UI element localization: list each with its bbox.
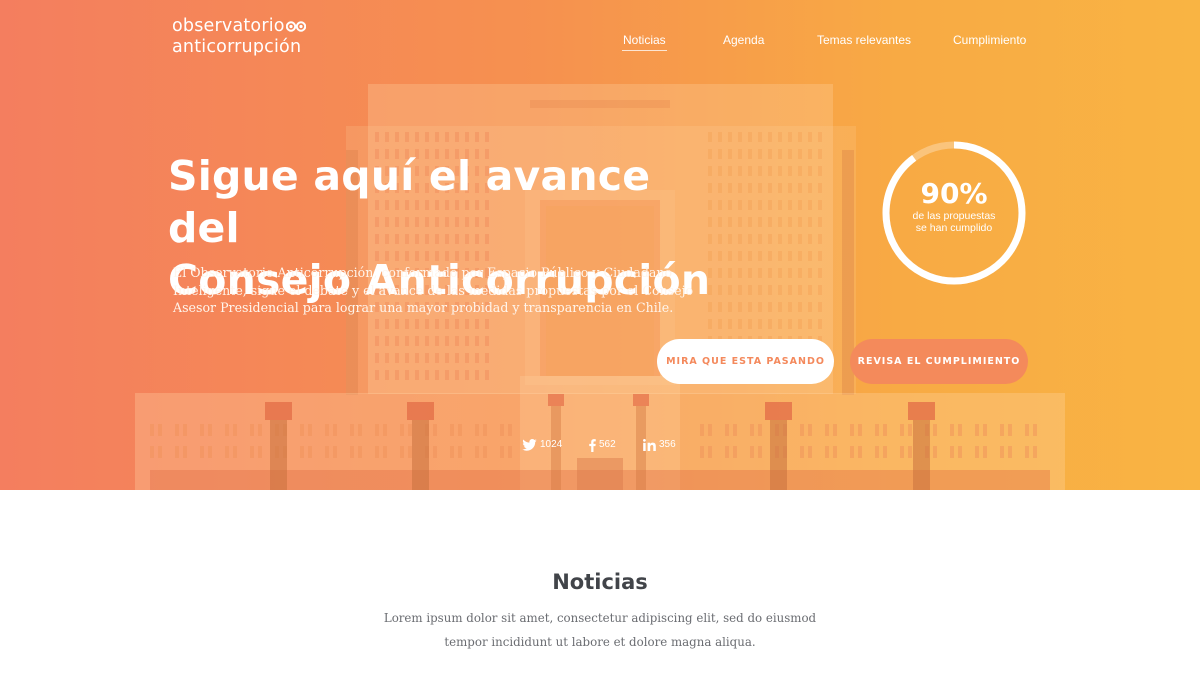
noticias-intro: Lorem ipsum dolor sit amet, consectetur …: [383, 611, 817, 649]
facebook-icon: [589, 438, 596, 452]
noticias-title: Noticias: [552, 570, 648, 594]
binoculars-icon: [285, 21, 306, 32]
progress-caption-2: se han cumplido: [915, 222, 993, 234]
facebook-share[interactable]: 562: [589, 437, 616, 453]
linkedin-count: 356: [659, 439, 676, 450]
linkedin-icon: [643, 439, 656, 451]
hero-section: observatorio anticorrupción Noticias Age…: [0, 0, 1200, 490]
twitter-count: 1024: [540, 439, 563, 450]
twitter-icon: [522, 439, 537, 451]
nav-temas-relevantes[interactable]: Temas relevantes: [817, 33, 911, 47]
twitter-share[interactable]: 1024: [522, 437, 562, 453]
progress-caption-1: de las propuestas: [912, 210, 996, 222]
headline-line-1: Sigue aquí el avance del: [168, 152, 651, 252]
mira-que-esta-pasando-button[interactable]: MIRA QUE ESTA PASANDO: [657, 339, 834, 384]
progress-readout: 90% de las propuestas se han cumplido: [878, 177, 1030, 235]
main-nav: Noticias Agenda Temas relevantes Cumplim…: [0, 33, 1200, 53]
revisa-el-cumplimiento-button[interactable]: REVISA EL CUMPLIMIENTO: [850, 339, 1028, 384]
nav-agenda[interactable]: Agenda: [723, 33, 764, 47]
nav-noticias[interactable]: Noticias: [622, 33, 667, 51]
facebook-count: 562: [599, 439, 616, 450]
progress-percent: 90%: [920, 177, 988, 210]
linkedin-share[interactable]: 356: [643, 437, 676, 453]
nav-cumplimiento[interactable]: Cumplimiento: [953, 33, 1026, 47]
hero-description: El Observatorio Anticorrupción, conforma…: [173, 265, 694, 315]
